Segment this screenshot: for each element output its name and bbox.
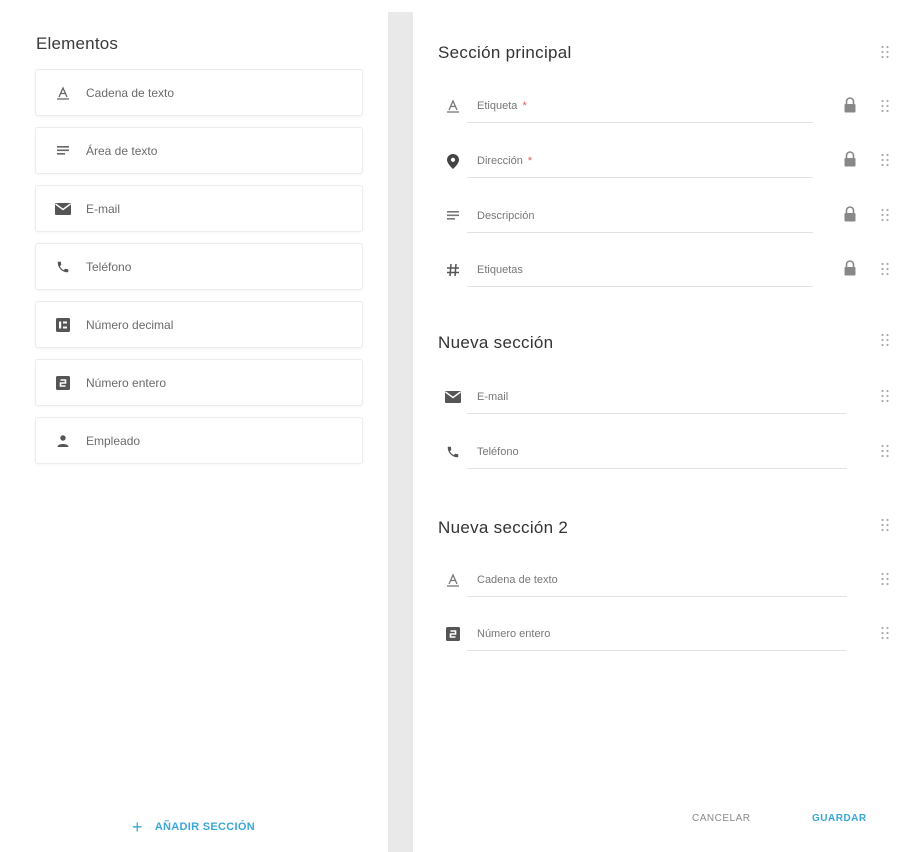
field-label: Número entero bbox=[477, 628, 551, 640]
plus-icon: + bbox=[132, 817, 143, 837]
phone-icon bbox=[53, 257, 73, 277]
element-card-label: Cadena de texto bbox=[86, 85, 175, 100]
phone-icon bbox=[443, 442, 463, 462]
field-label: Dirección * bbox=[477, 155, 533, 167]
element-card-label: E-mail bbox=[86, 201, 121, 216]
field-label: Etiqueta * bbox=[477, 100, 527, 112]
field-underline bbox=[467, 596, 847, 597]
field-label: Cadena de texto bbox=[477, 574, 558, 586]
form-field-row[interactable]: Descripción bbox=[443, 202, 843, 233]
add-section-button[interactable]: + AÑADIR SECCIÓN bbox=[132, 818, 255, 836]
form-field-row[interactable]: Número entero bbox=[443, 620, 853, 651]
element-card-integer-number[interactable]: Número entero bbox=[35, 359, 363, 406]
element-card-text-string[interactable]: Cadena de texto bbox=[35, 69, 363, 116]
elements-title: Elementos bbox=[36, 34, 119, 53]
cancel-button[interactable]: CANCELAR bbox=[692, 813, 750, 824]
field-underline bbox=[467, 468, 847, 469]
field-underline bbox=[467, 286, 813, 287]
field-label: Teléfono bbox=[477, 446, 519, 458]
element-card-label: Teléfono bbox=[86, 259, 132, 274]
drag-handle-icon[interactable] bbox=[880, 45, 890, 59]
required-marker: * bbox=[522, 100, 527, 112]
notes-icon bbox=[443, 206, 463, 226]
form-field-row[interactable]: Teléfono bbox=[443, 438, 853, 469]
field-label: Descripción bbox=[477, 210, 535, 222]
lock-icon bbox=[843, 206, 857, 222]
text-format-icon bbox=[53, 83, 73, 103]
form-field-row[interactable]: E-mail bbox=[443, 383, 853, 414]
drag-handle-icon[interactable] bbox=[880, 262, 890, 276]
element-card-label: Número entero bbox=[86, 375, 167, 390]
add-section-label: AÑADIR SECCIÓN bbox=[154, 821, 255, 833]
section-title: Nueva sección 2 bbox=[438, 518, 569, 537]
decimal-icon bbox=[53, 315, 73, 335]
text-format-icon bbox=[443, 570, 463, 590]
field-underline bbox=[467, 413, 847, 414]
element-card-decimal-number[interactable]: Número decimal bbox=[35, 301, 363, 348]
required-marker: * bbox=[527, 155, 533, 167]
element-list: Cadena de texto Área de texto E-mail Tel… bbox=[35, 69, 363, 475]
drag-handle-icon[interactable] bbox=[880, 333, 890, 347]
element-card-label: Empleado bbox=[86, 433, 141, 448]
drag-handle-icon[interactable] bbox=[880, 572, 890, 586]
elements-panel: Elementos Cadena de texto Área de texto … bbox=[0, 0, 387, 852]
person-icon bbox=[53, 431, 73, 451]
save-button[interactable]: GUARDAR bbox=[812, 813, 867, 824]
element-card-phone[interactable]: Teléfono bbox=[35, 243, 363, 290]
field-underline bbox=[467, 177, 813, 178]
form-field-row[interactable]: Cadena de texto bbox=[443, 566, 853, 597]
element-card-employee[interactable]: Empleado bbox=[35, 417, 363, 464]
form-field-row[interactable]: Dirección * bbox=[443, 147, 843, 178]
drag-handle-icon[interactable] bbox=[880, 389, 890, 403]
notes-icon bbox=[53, 141, 73, 161]
drag-handle-icon[interactable] bbox=[880, 518, 890, 532]
drag-handle-icon[interactable] bbox=[880, 99, 890, 113]
field-label: E-mail bbox=[477, 391, 509, 403]
drag-handle-icon[interactable] bbox=[880, 626, 890, 640]
section-title: Nueva sección bbox=[438, 333, 554, 352]
drag-handle-icon[interactable] bbox=[880, 208, 890, 222]
element-card-text-area[interactable]: Área de texto bbox=[35, 127, 363, 174]
element-card-label: Área de texto bbox=[86, 143, 158, 158]
mail-icon bbox=[443, 387, 463, 407]
field-underline bbox=[467, 650, 847, 651]
drag-handle-icon[interactable] bbox=[880, 153, 890, 167]
lock-icon bbox=[843, 260, 857, 276]
panel-divider bbox=[388, 12, 413, 852]
element-card-email[interactable]: E-mail bbox=[35, 185, 363, 232]
hashtag-icon bbox=[443, 260, 463, 280]
field-underline bbox=[467, 232, 813, 233]
drag-handle-icon[interactable] bbox=[880, 444, 890, 458]
mail-icon bbox=[53, 199, 73, 219]
form-builder-panel: Sección principal Etiqueta * Dirección *… bbox=[413, 0, 901, 852]
integer-icon bbox=[443, 624, 463, 644]
field-underline bbox=[467, 122, 813, 123]
field-label: Etiquetas bbox=[477, 264, 523, 276]
lock-icon bbox=[843, 151, 857, 167]
section-title: Sección principal bbox=[438, 43, 572, 62]
text-format-icon bbox=[443, 96, 463, 116]
form-field-row[interactable]: Etiqueta * bbox=[443, 92, 843, 123]
integer-icon bbox=[53, 373, 73, 393]
form-field-row[interactable]: Etiquetas bbox=[443, 256, 843, 287]
element-card-label: Número decimal bbox=[86, 317, 174, 332]
location-pin-icon bbox=[443, 151, 463, 171]
lock-icon bbox=[843, 97, 857, 113]
